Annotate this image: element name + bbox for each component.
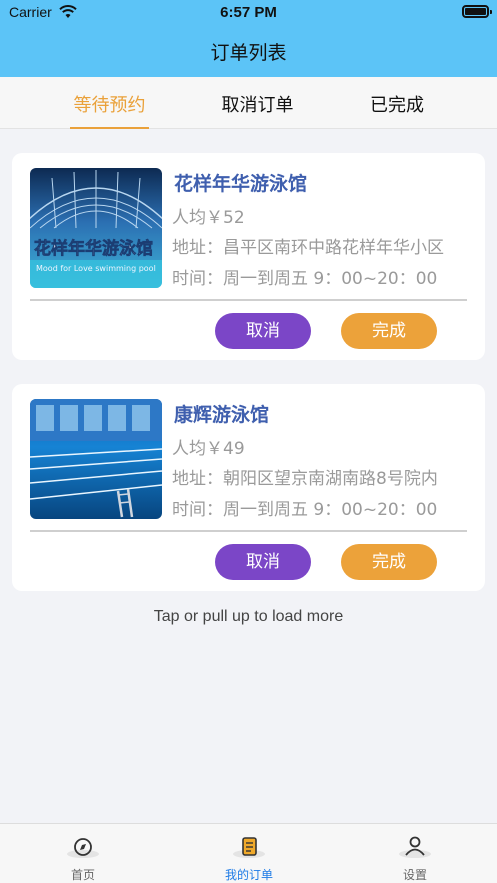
order-tabs: 等待预约 取消订单 已完成 <box>0 77 497 129</box>
tabbar-label-settings: 设置 <box>402 868 427 882</box>
complete-button[interactable]: 完成 <box>341 313 437 349</box>
header: Carrier 6:57 PM 订单列表 <box>0 0 497 77</box>
pool-address: 地址：昌平区南环中路花样年华小区 <box>172 238 444 258</box>
user-icon <box>399 836 431 858</box>
pool-name: 花样年华游泳馆 <box>174 173 308 195</box>
tab-completed-label: 已完成 <box>370 95 424 116</box>
tabbar-label-orders: 我的订单 <box>224 868 273 882</box>
load-more-link[interactable]: Tap or pull up to load more <box>0 608 497 626</box>
pool-photo <box>30 399 162 519</box>
cancel-button[interactable]: 取消 <box>215 313 311 349</box>
tab-completed[interactable]: 已完成 <box>366 91 428 129</box>
tab-pending[interactable]: 等待预约 <box>70 91 149 129</box>
tab-active-indicator <box>70 127 149 129</box>
card-divider <box>30 530 467 532</box>
complete-button[interactable]: 完成 <box>341 544 437 580</box>
cancel-button[interactable]: 取消 <box>215 544 311 580</box>
pool-sign-subtext: Mood for Love swimming pool <box>36 264 156 273</box>
pool-hours: 时间：周一到周五 9：00~20：00 <box>172 269 438 289</box>
status-time: 6:57 PM <box>220 4 277 21</box>
page-title: 订单列表 <box>210 42 287 64</box>
battery-icon <box>462 5 492 18</box>
tab-cancelled[interactable]: 取消订单 <box>218 91 297 129</box>
order-card[interactable]: 康辉游泳馆 人均￥49 地址：朝阳区望京南湖南路8号院内 时间：周一到周五 9：… <box>12 384 485 591</box>
tabbar-item-home[interactable]: 首页 <box>0 824 166 883</box>
order-card[interactable]: 花样年华游泳馆 Mood for Love swimming pool 花样年华… <box>12 153 485 360</box>
tabbar-item-orders[interactable]: 我的订单 <box>166 824 332 883</box>
tab-cancelled-label: 取消订单 <box>221 95 294 116</box>
card-divider <box>30 299 467 301</box>
pool-price: 人均￥52 <box>172 208 245 228</box>
pool-price: 人均￥49 <box>172 439 245 459</box>
pool-sign-text: 花样年华游泳馆 <box>34 238 153 259</box>
pool-hours: 时间：周一到周五 9：00~20：00 <box>172 500 438 520</box>
tab-pending-label: 等待预约 <box>73 95 146 116</box>
pool-photo: 花样年华游泳馆 Mood for Love swimming pool <box>30 168 162 288</box>
pool-name: 康辉游泳馆 <box>174 404 270 426</box>
bottom-tab-bar: 首页 我的订单 设置 <box>0 823 497 883</box>
tabbar-label-home: 首页 <box>70 868 95 882</box>
status-bar: Carrier 6:57 PM <box>0 0 497 26</box>
order-icon <box>233 837 265 858</box>
compass-icon <box>67 838 99 858</box>
pool-address: 地址：朝阳区望京南湖南路8号院内 <box>172 469 438 489</box>
tabbar-item-settings[interactable]: 设置 <box>332 824 497 883</box>
